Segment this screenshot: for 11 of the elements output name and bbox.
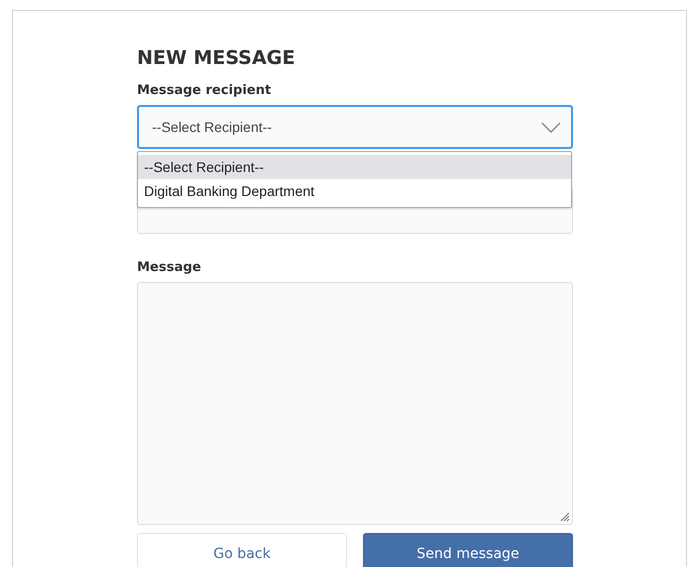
dropdown-option[interactable]: Digital Banking Department xyxy=(138,179,571,203)
dropdown-option[interactable]: --Select Recipient-- xyxy=(138,155,571,179)
resize-grip-icon xyxy=(560,512,570,522)
chevron-down-icon xyxy=(541,122,561,132)
field-label: Message xyxy=(137,260,202,277)
message-field[interactable] xyxy=(137,282,573,525)
field-label: Message recipient xyxy=(137,83,272,100)
action-button[interactable]: Send message xyxy=(363,533,573,567)
action-button[interactable]: Go back xyxy=(137,533,347,567)
recipient-select[interactable]: --Select Recipient-- xyxy=(137,105,573,149)
page-title: NEW MESSAGE xyxy=(137,47,296,71)
